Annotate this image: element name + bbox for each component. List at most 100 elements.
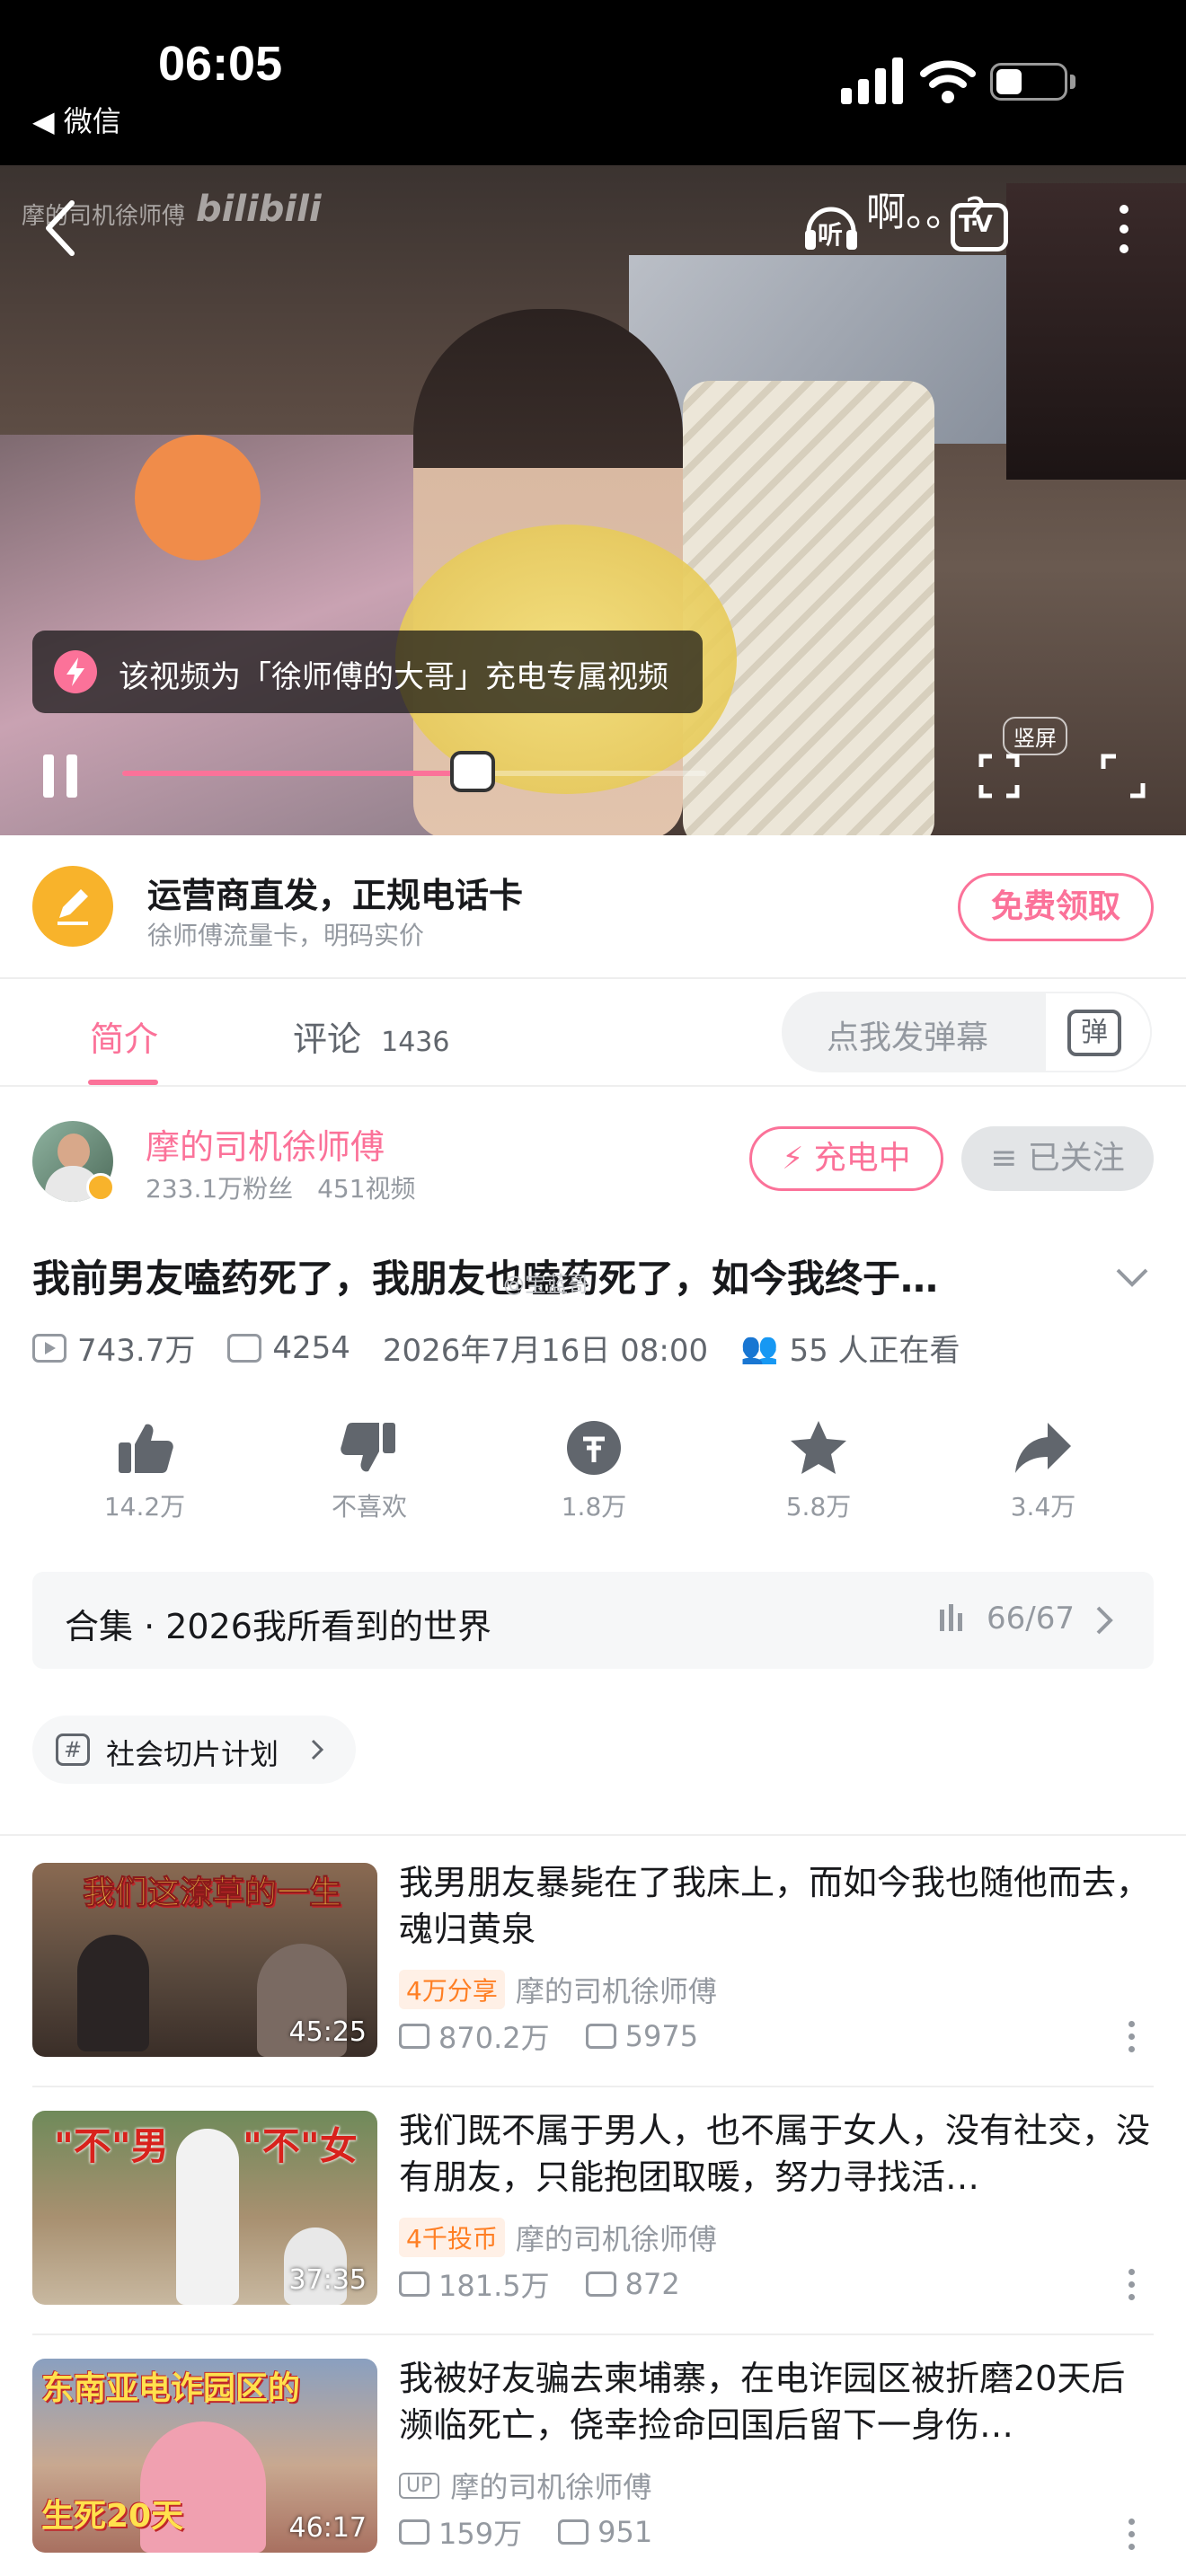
video-player[interactable]: 摩的司机徐师傅 bilibili 啊。。? 听 TV 该视频为「徐师傅的大哥」充… — [0, 165, 1186, 835]
more-options-icon[interactable] — [1127, 2269, 1137, 2305]
progress-thumb-icon[interactable] — [450, 751, 495, 792]
related-danmaku: 872 — [624, 2267, 680, 2301]
thumbnail-caption-2: 生死20天 — [41, 2498, 184, 2535]
followed-button[interactable]: ≡ 已关注 — [961, 1126, 1154, 1191]
danmaku-placeholder: 点我发弹幕 — [827, 1019, 989, 1056]
thumbnail-caption: 我们这潦草的一生 — [82, 1875, 342, 1912]
collection-bar[interactable]: 合集 · 2026我所看到的世界 66/67 — [32, 1572, 1154, 1669]
ad-title: 运营商直发，正规电话卡 — [147, 876, 524, 915]
video-stats-row: 743.7万 4254 2026年7月16日 08:00 👥 55 人正在看 — [32, 1326, 960, 1370]
listen-label: 听 — [818, 220, 844, 250]
topic-tag[interactable]: # 社会切片计划 — [32, 1716, 356, 1784]
back-to-app-link[interactable]: ◀ 微信 — [32, 99, 121, 140]
card-divider — [32, 2086, 1154, 2087]
share-count: 3.4万 — [1010, 1492, 1076, 1522]
charge-button[interactable]: ⚡ 充电中 — [749, 1126, 943, 1191]
danmaku-toggle-button[interactable]: 弹 — [1044, 992, 1152, 1072]
favorite-count: 5.8万 — [785, 1492, 852, 1522]
related-video-card[interactable]: "不"男 "不"女 37:35 我们既不属于男人，也不属于女人，没有社交，没有朋… — [0, 2098, 1186, 2332]
thumbs-up-icon — [119, 1424, 173, 1473]
charge-button-label: 充电中 — [813, 1140, 911, 1177]
progress-track[interactable] — [122, 771, 706, 776]
portrait-mode-label[interactable]: 竖屏 — [1003, 717, 1067, 755]
topic-chevron-icon — [311, 1739, 324, 1760]
like-count: 14.2万 — [103, 1492, 186, 1522]
tab-comments-label: 评论 — [293, 1019, 362, 1059]
share-button[interactable]: 3.4万 — [976, 1419, 1111, 1523]
coin-button[interactable]: 1.8万 — [527, 1419, 661, 1523]
weibo-watermark: @宝蓝哥 — [503, 1272, 589, 1297]
uploader-fans: 233.1万粉丝 — [146, 1174, 294, 1204]
charge-notice-text: 该视频为「徐师傅的大哥」充电专属视频 — [119, 659, 668, 695]
portrait-mode-icon[interactable] — [978, 753, 1021, 799]
ad-banner[interactable]: 运营商直发，正规电话卡 徐师傅流量卡，明码实价 免费领取 — [0, 835, 1186, 979]
more-options-icon[interactable] — [1127, 2021, 1137, 2057]
related-video-card[interactable]: 我们这潦草的一生 45:25 我男朋友暴毙在了我床上，而如今我也随他而去，魂归黄… — [0, 1850, 1186, 2084]
bilibili-watermark: bilibili — [196, 189, 322, 230]
related-author: 摩的司机徐师傅 — [450, 2470, 652, 2504]
battery-icon — [990, 63, 1075, 101]
section-divider — [0, 1834, 1186, 1836]
fullscreen-icon[interactable] — [1100, 753, 1146, 799]
up-badge: UP — [399, 2472, 440, 2499]
related-danmaku: 5975 — [624, 2019, 699, 2053]
share-icon — [1015, 1423, 1071, 1473]
related-video-stats: 870.2万 5975 — [399, 2016, 698, 2057]
danmaku-count-icon — [585, 2024, 616, 2049]
related-video-stats: 181.5万 872 — [399, 2263, 680, 2305]
video-duration: 46:17 — [288, 2512, 367, 2544]
more-options-icon[interactable] — [1118, 205, 1130, 257]
video-duration: 45:25 — [288, 2016, 367, 2048]
collection-label: 合集 · 2026我所看到的世界 — [65, 1607, 491, 1646]
action-bar: 14.2万 不喜欢 1.8万 5.8万 3.4万 — [0, 1419, 1186, 1536]
cast-tv-button[interactable]: TV — [951, 203, 1008, 251]
related-video-title: 我男朋友暴毙在了我床上，而如今我也随他而去，魂归黄泉 — [399, 1863, 1151, 1949]
dislike-button[interactable]: 不喜欢 — [302, 1419, 437, 1523]
tab-intro[interactable]: 简介 — [90, 1011, 158, 1061]
related-video-meta: UP 摩的司机徐师傅 — [399, 2465, 651, 2506]
video-duration: 37:35 — [288, 2264, 367, 2296]
wifi-icon — [920, 60, 976, 103]
uploader-video-count: 451视频 — [317, 1174, 416, 1204]
hashtag-icon: # — [56, 1734, 90, 1766]
danmaku-input[interactable]: 点我发弹幕 弹 — [782, 992, 1152, 1072]
video-thumbnail: "不"男 "不"女 37:35 — [32, 2111, 377, 2305]
related-author: 摩的司机徐师傅 — [515, 1974, 717, 2008]
coin-count: 1.8万 — [561, 1492, 627, 1522]
related-video-title: 我被好友骗去柬埔寨，在电诈园区被折磨20天后濒临死亡，侥幸捡命回国后留下一身伤… — [399, 2359, 1126, 2445]
more-options-icon[interactable] — [1127, 2519, 1137, 2554]
video-thumbnail: 我们这潦草的一生 45:25 — [32, 1863, 377, 2057]
popularity-badge: 4万分享 — [399, 1970, 505, 2009]
back-arrow-icon[interactable] — [41, 199, 77, 257]
related-views: 181.5万 — [438, 2269, 550, 2303]
expand-chevron-icon[interactable] — [1114, 1265, 1150, 1290]
related-views: 870.2万 — [438, 2021, 550, 2055]
watching-count: 55 人正在看 — [789, 1333, 960, 1369]
pause-button[interactable] — [43, 754, 79, 798]
play-count-icon — [399, 2272, 429, 2297]
related-video-meta: 4千投币 摩的司机徐师傅 — [399, 2217, 717, 2258]
listen-mode-button[interactable]: 听 — [801, 196, 861, 255]
danmaku-count: 4254 — [272, 1329, 350, 1366]
tv-label: TV — [959, 211, 993, 238]
like-button[interactable]: 14.2万 — [77, 1419, 212, 1523]
thumbnail-caption-left: "不"男 — [54, 2124, 169, 2168]
followed-label: 已关注 — [1027, 1140, 1125, 1177]
tab-comments[interactable]: 评论 1436 — [293, 1011, 449, 1061]
charge-exclusive-notice: 该视频为「徐师傅的大哥」充电专属视频 — [32, 631, 703, 713]
video-thumbnail: 东南亚电诈园区的 生死20天 46:17 — [32, 2359, 377, 2553]
signal-icon — [841, 56, 904, 104]
tab-active-indicator — [88, 1080, 158, 1085]
danmaku-count-icon — [585, 2272, 616, 2297]
uploader-name[interactable]: 摩的司机徐师傅 — [146, 1119, 385, 1169]
related-video-title: 我们既不属于男人，也不属于女人，没有社交，没有朋友，只能抱团取暖，努力寻找活… — [399, 2111, 1151, 2197]
popularity-badge: 4千投币 — [399, 2218, 505, 2257]
thumbs-down-icon — [341, 1423, 395, 1472]
view-count: 743.7万 — [77, 1333, 196, 1369]
status-bar: 06:05 ◀ 微信 — [0, 0, 1186, 165]
thumbnail-person — [176, 2129, 239, 2305]
free-claim-button[interactable]: 免费领取 — [958, 873, 1154, 941]
favorite-button[interactable]: 5.8万 — [751, 1419, 886, 1523]
ad-subtitle: 徐师傅流量卡，明码实价 — [147, 921, 425, 950]
related-video-card[interactable]: 东南亚电诈园区的 生死20天 46:17 我被好友骗去柬埔寨，在电诈园区被折磨2… — [0, 2346, 1186, 2576]
